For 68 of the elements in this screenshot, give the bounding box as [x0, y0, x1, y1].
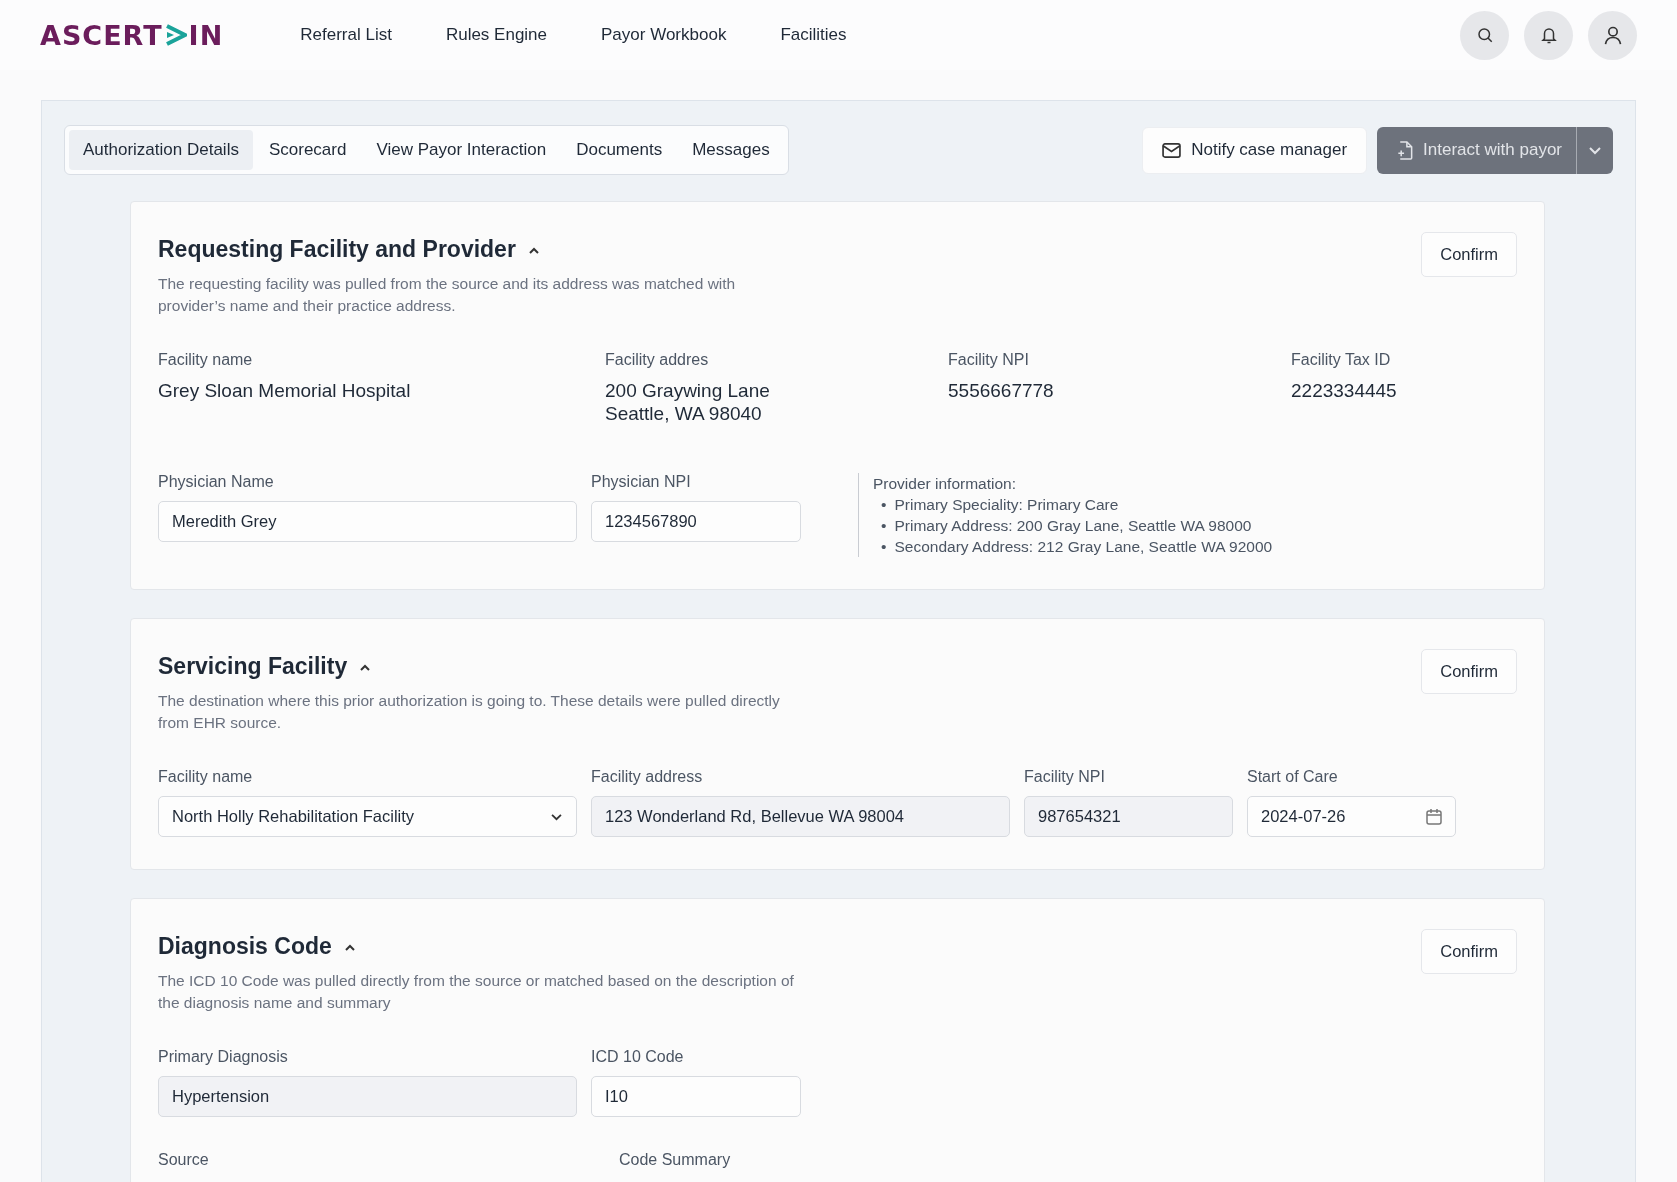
field-value: 200 Graywing Lane Seattle, WA 98040 [605, 379, 771, 425]
select-field[interactable]: North Holly Rehabilitation Facility [158, 796, 577, 837]
field-label: Facility Tax ID [1291, 351, 1392, 369]
chevron-down-icon [1588, 145, 1602, 155]
tab[interactable]: Authorization Details [69, 130, 253, 170]
field-value: Grey Sloan Memorial Hospital [158, 379, 412, 402]
nav-link[interactable]: Referral List [273, 25, 419, 45]
section-title: Servicing Facility [158, 653, 348, 680]
field-label: Facility address [591, 768, 704, 786]
notifications-button[interactable] [1524, 10, 1573, 60]
notify-case-manager-button[interactable]: Notify case manager [1142, 126, 1368, 174]
provider-info-item: Primary Address: 200 Gray Lane, Seattle WA 98000 [894, 516, 1252, 536]
bullet-mark: • [881, 516, 887, 536]
provider-info-item: Primary Speciality: Primary Care [894, 495, 1119, 515]
nav-link[interactable]: Facilities [753, 25, 874, 45]
tab[interactable]: View Payor Interaction [362, 130, 561, 170]
section-title: Requesting Facility and Provider [158, 236, 516, 263]
field-label: Start of Care [1247, 768, 1339, 786]
date-field[interactable]: 2024-07-26 [1247, 796, 1456, 837]
section-description: The requesting facility was pulled from the source and its address was matched with provider’s name and their practice address. [158, 274, 737, 316]
nav-link[interactable]: Payor Workbook [574, 25, 754, 45]
section-title: Diagnosis Code [158, 933, 332, 960]
confirm-button[interactable]: Confirm [1421, 929, 1517, 974]
nav-link[interactable]: Rules Engine [418, 25, 575, 45]
tab[interactable]: Messages [678, 130, 784, 170]
field-label: Source [158, 1151, 210, 1169]
search-button[interactable] [1460, 10, 1509, 60]
tab[interactable]: Scorecard [254, 130, 361, 170]
document-plus-icon [1397, 140, 1414, 160]
section-description: The ICD 10 Code was pulled directly from the source or matched based on the description of the diagnosis name and summary [158, 971, 795, 1013]
profile-button[interactable] [1588, 10, 1637, 60]
chevron-up-icon [527, 245, 540, 254]
confirm-button[interactable]: Confirm [1421, 649, 1517, 694]
section-description: The destination where this prior authorization is going to. These details were pulled directly from EHR source. [158, 691, 781, 733]
bullet-mark: • [881, 495, 887, 515]
field-label: Facility name [158, 351, 254, 369]
field-label: Code Summary [619, 1151, 732, 1169]
user-icon [1602, 25, 1623, 45]
field-label: Facility NPI [948, 351, 1030, 369]
field-label: Physician NPI [591, 473, 692, 491]
logo-text: IN [188, 19, 224, 51]
provider-info-heading: Provider information: [873, 474, 1017, 494]
field-label: Facility name [158, 768, 254, 786]
chevron-down-icon [550, 812, 563, 821]
interact-with-payor-button[interactable]: Interact with payor [1377, 126, 1576, 174]
search-icon [1475, 26, 1494, 44]
chevron-up-icon [343, 942, 356, 951]
field-label: Facility addres [605, 351, 710, 369]
chevron-up-icon [359, 662, 372, 671]
text-field[interactable]: I10 [591, 1076, 801, 1117]
field-label: ICD 10 Code [591, 1048, 685, 1066]
confirm-button[interactable]: Confirm [1421, 232, 1517, 277]
field-label: Facility NPI [1024, 768, 1106, 786]
text-field[interactable]: Meredith Grey [158, 501, 577, 542]
bell-icon [1539, 25, 1558, 45]
logo-triangle-icon [164, 24, 187, 46]
logo-text: ASCERT [40, 19, 163, 51]
envelope-icon [1162, 142, 1182, 158]
text-field[interactable]: 1234567890 [591, 501, 801, 542]
tab[interactable]: Documents [562, 130, 677, 170]
bullet-mark: • [881, 537, 887, 557]
field-label: Physician Name [158, 473, 275, 491]
field-value: 5556667778 [948, 379, 1055, 402]
field-label: Primary Diagnosis [158, 1048, 289, 1066]
calendar-icon [1426, 808, 1442, 825]
provider-info-item: Secondary Address: 212 Gray Lane, Seattle WA 92000 [894, 537, 1273, 557]
field-value: 2223334445 [1291, 379, 1398, 402]
dropdown-button[interactable] [1576, 126, 1613, 174]
